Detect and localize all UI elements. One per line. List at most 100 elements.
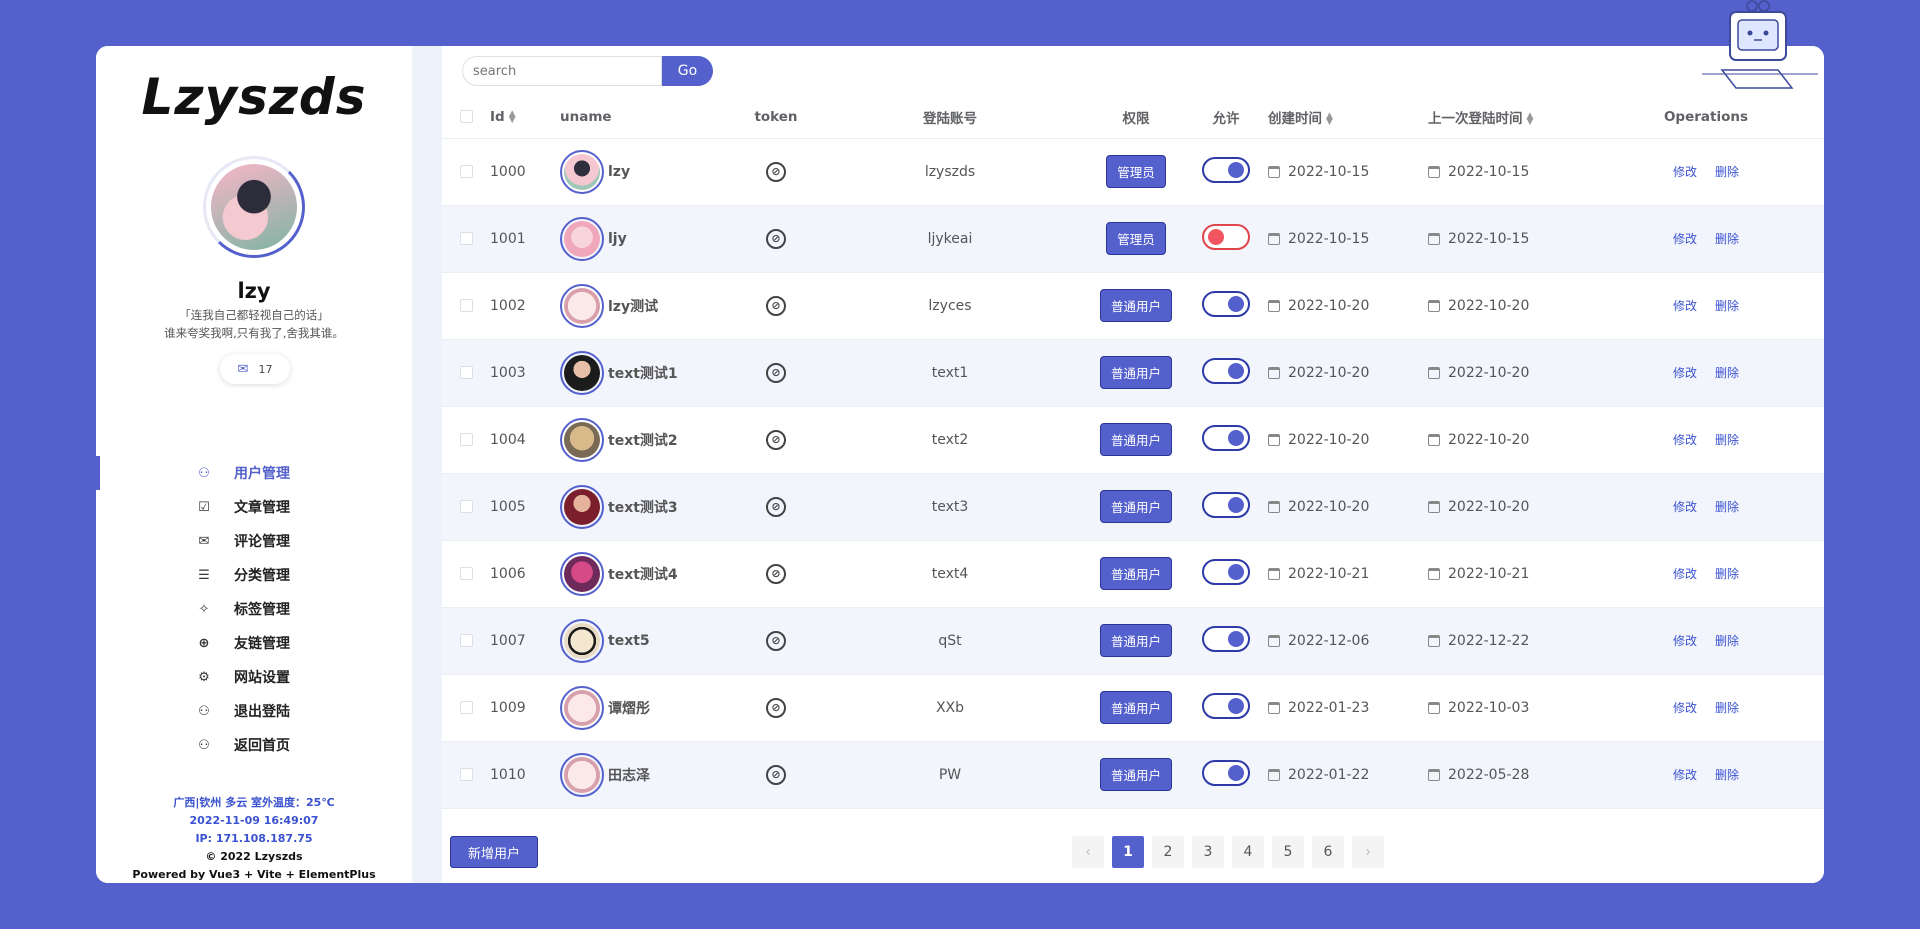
page-button-6[interactable]: 6 xyxy=(1312,836,1344,868)
row-checkbox[interactable] xyxy=(459,433,473,446)
site-logo[interactable]: Lzyszds xyxy=(96,68,412,126)
row-checkbox[interactable] xyxy=(459,500,473,513)
delete-link[interactable]: 删除 xyxy=(1715,299,1739,313)
sidebar-item-2[interactable]: ✉ 评论管理 xyxy=(96,524,412,558)
sidebar-item-8[interactable]: ⚇ 返回首页 xyxy=(96,728,412,762)
user-avatar xyxy=(560,283,604,328)
powered-by: Powered by Vue3 + Vite + ElementPlus xyxy=(132,868,376,881)
role-button[interactable]: 普通用户 xyxy=(1099,423,1172,456)
sidebar-item-1[interactable]: ☑ 文章管理 xyxy=(96,490,412,524)
role-button[interactable]: 管理员 xyxy=(1106,222,1166,255)
edit-link[interactable]: 修改 xyxy=(1673,433,1697,447)
sidebar-item-label: 退出登陆 xyxy=(234,704,290,720)
role-button[interactable]: 普通用户 xyxy=(1099,691,1172,724)
allow-toggle[interactable] xyxy=(1202,357,1250,384)
select-all-checkbox[interactable] xyxy=(459,110,473,124)
edit-link[interactable]: 修改 xyxy=(1673,567,1697,581)
allow-toggle[interactable] xyxy=(1202,625,1250,652)
sidebar-item-6[interactable]: ⚙ 网站设置 xyxy=(96,660,412,694)
role-button[interactable]: 普通用户 xyxy=(1099,289,1172,322)
user-avatar xyxy=(560,685,604,730)
token-icon[interactable]: ⊘ xyxy=(766,697,786,718)
token-icon[interactable]: ⊘ xyxy=(766,228,786,249)
table-row: 1000 lzy ⊘ lzyszds 管理员 2022-10-15 2022-10-15 修改… xyxy=(442,138,1824,206)
delete-link[interactable]: 删除 xyxy=(1715,165,1739,179)
edit-link[interactable]: 修改 xyxy=(1673,768,1697,782)
edit-link[interactable]: 修改 xyxy=(1673,634,1697,648)
token-icon[interactable]: ⊘ xyxy=(766,161,786,182)
sidebar-item-4[interactable]: ✧ 标签管理 xyxy=(96,592,412,626)
delete-link[interactable]: 删除 xyxy=(1715,366,1739,380)
role-button[interactable]: 普通用户 xyxy=(1099,758,1172,791)
search-go-button[interactable]: Go xyxy=(662,56,713,86)
role-button[interactable]: 普通用户 xyxy=(1099,624,1172,657)
row-checkbox[interactable] xyxy=(459,232,473,245)
row-checkbox[interactable] xyxy=(459,165,473,178)
token-icon[interactable]: ⊘ xyxy=(766,362,786,383)
table-row: 1010 田志泽 ⊘ PW 普通用户 2022-01-22 2022-05-28 修改 删除 xyxy=(442,741,1824,809)
user-name: 谭熠彤 xyxy=(608,700,650,717)
col-uname: uname xyxy=(560,108,612,125)
profile-avatar[interactable] xyxy=(203,156,305,258)
delete-link[interactable]: 删除 xyxy=(1715,232,1739,246)
search-input[interactable] xyxy=(462,56,662,86)
allow-toggle[interactable] xyxy=(1202,558,1250,585)
allow-toggle[interactable] xyxy=(1202,759,1250,786)
edit-link[interactable]: 修改 xyxy=(1673,500,1697,514)
edit-link[interactable]: 修改 xyxy=(1673,299,1697,313)
allow-toggle[interactable] xyxy=(1202,223,1250,250)
sort-last-login-icon[interactable]: ▲ ▼ xyxy=(1527,111,1534,126)
role-button[interactable]: 普通用户 xyxy=(1099,557,1172,590)
allow-toggle[interactable] xyxy=(1202,290,1250,317)
messages-badge[interactable]: ✉ 17 xyxy=(220,354,290,384)
sidebar-item-7[interactable]: ⚇ 退出登陆 xyxy=(96,694,412,728)
edit-link[interactable]: 修改 xyxy=(1673,366,1697,380)
token-icon[interactable]: ⊘ xyxy=(766,563,786,584)
token-icon[interactable]: ⊘ xyxy=(766,496,786,517)
calendar-icon xyxy=(1428,634,1440,647)
edit-link[interactable]: 修改 xyxy=(1673,701,1697,715)
token-icon[interactable]: ⊘ xyxy=(766,429,786,450)
row-checkbox[interactable] xyxy=(459,634,473,647)
page-button-5[interactable]: 5 xyxy=(1272,836,1304,868)
row-checkbox[interactable] xyxy=(459,366,473,379)
user-account: qSt xyxy=(938,632,962,649)
token-icon[interactable]: ⊘ xyxy=(766,295,786,316)
page-button-3[interactable]: 3 xyxy=(1192,836,1224,868)
delete-link[interactable]: 删除 xyxy=(1715,433,1739,447)
delete-link[interactable]: 删除 xyxy=(1715,768,1739,782)
row-checkbox[interactable] xyxy=(459,768,473,781)
allow-toggle[interactable] xyxy=(1202,156,1250,183)
page-button-2[interactable]: 2 xyxy=(1152,836,1184,868)
allow-toggle[interactable] xyxy=(1202,692,1250,719)
sidebar-item-0[interactable]: ⚇ 用户管理 xyxy=(96,456,412,490)
edit-link[interactable]: 修改 xyxy=(1673,165,1697,179)
allow-toggle[interactable] xyxy=(1202,491,1250,518)
next-page-button[interactable]: › xyxy=(1352,836,1384,868)
delete-link[interactable]: 删除 xyxy=(1715,567,1739,581)
sort-id-icon[interactable]: ▲ ▼ xyxy=(509,109,516,124)
page-button-1[interactable]: 1 xyxy=(1112,836,1144,868)
allow-toggle[interactable] xyxy=(1202,424,1250,451)
home-user-icon: ⚇ xyxy=(198,737,210,753)
delete-link[interactable]: 删除 xyxy=(1715,634,1739,648)
role-button[interactable]: 管理员 xyxy=(1106,155,1166,188)
prev-page-button[interactable]: ‹ xyxy=(1072,836,1104,868)
edit-link[interactable]: 修改 xyxy=(1673,232,1697,246)
row-checkbox[interactable] xyxy=(459,567,473,580)
delete-link[interactable]: 删除 xyxy=(1715,500,1739,514)
page-button-4[interactable]: 4 xyxy=(1232,836,1264,868)
add-user-button[interactable]: 新增用户 xyxy=(450,836,538,868)
sort-created-icon[interactable]: ▲ ▼ xyxy=(1326,111,1333,126)
role-button[interactable]: 普通用户 xyxy=(1099,490,1172,523)
delete-link[interactable]: 删除 xyxy=(1715,701,1739,715)
sidebar-item-3[interactable]: ☰ 分类管理 xyxy=(96,558,412,592)
role-button[interactable]: 普通用户 xyxy=(1099,356,1172,389)
row-checkbox[interactable] xyxy=(459,701,473,714)
token-icon[interactable]: ⊘ xyxy=(766,764,786,785)
sidebar-item-5[interactable]: ⊕ 友链管理 xyxy=(96,626,412,660)
token-icon[interactable]: ⊘ xyxy=(766,630,786,651)
user-name: 田志泽 xyxy=(608,767,650,784)
row-checkbox[interactable] xyxy=(459,299,473,312)
calendar-icon xyxy=(1428,701,1440,714)
